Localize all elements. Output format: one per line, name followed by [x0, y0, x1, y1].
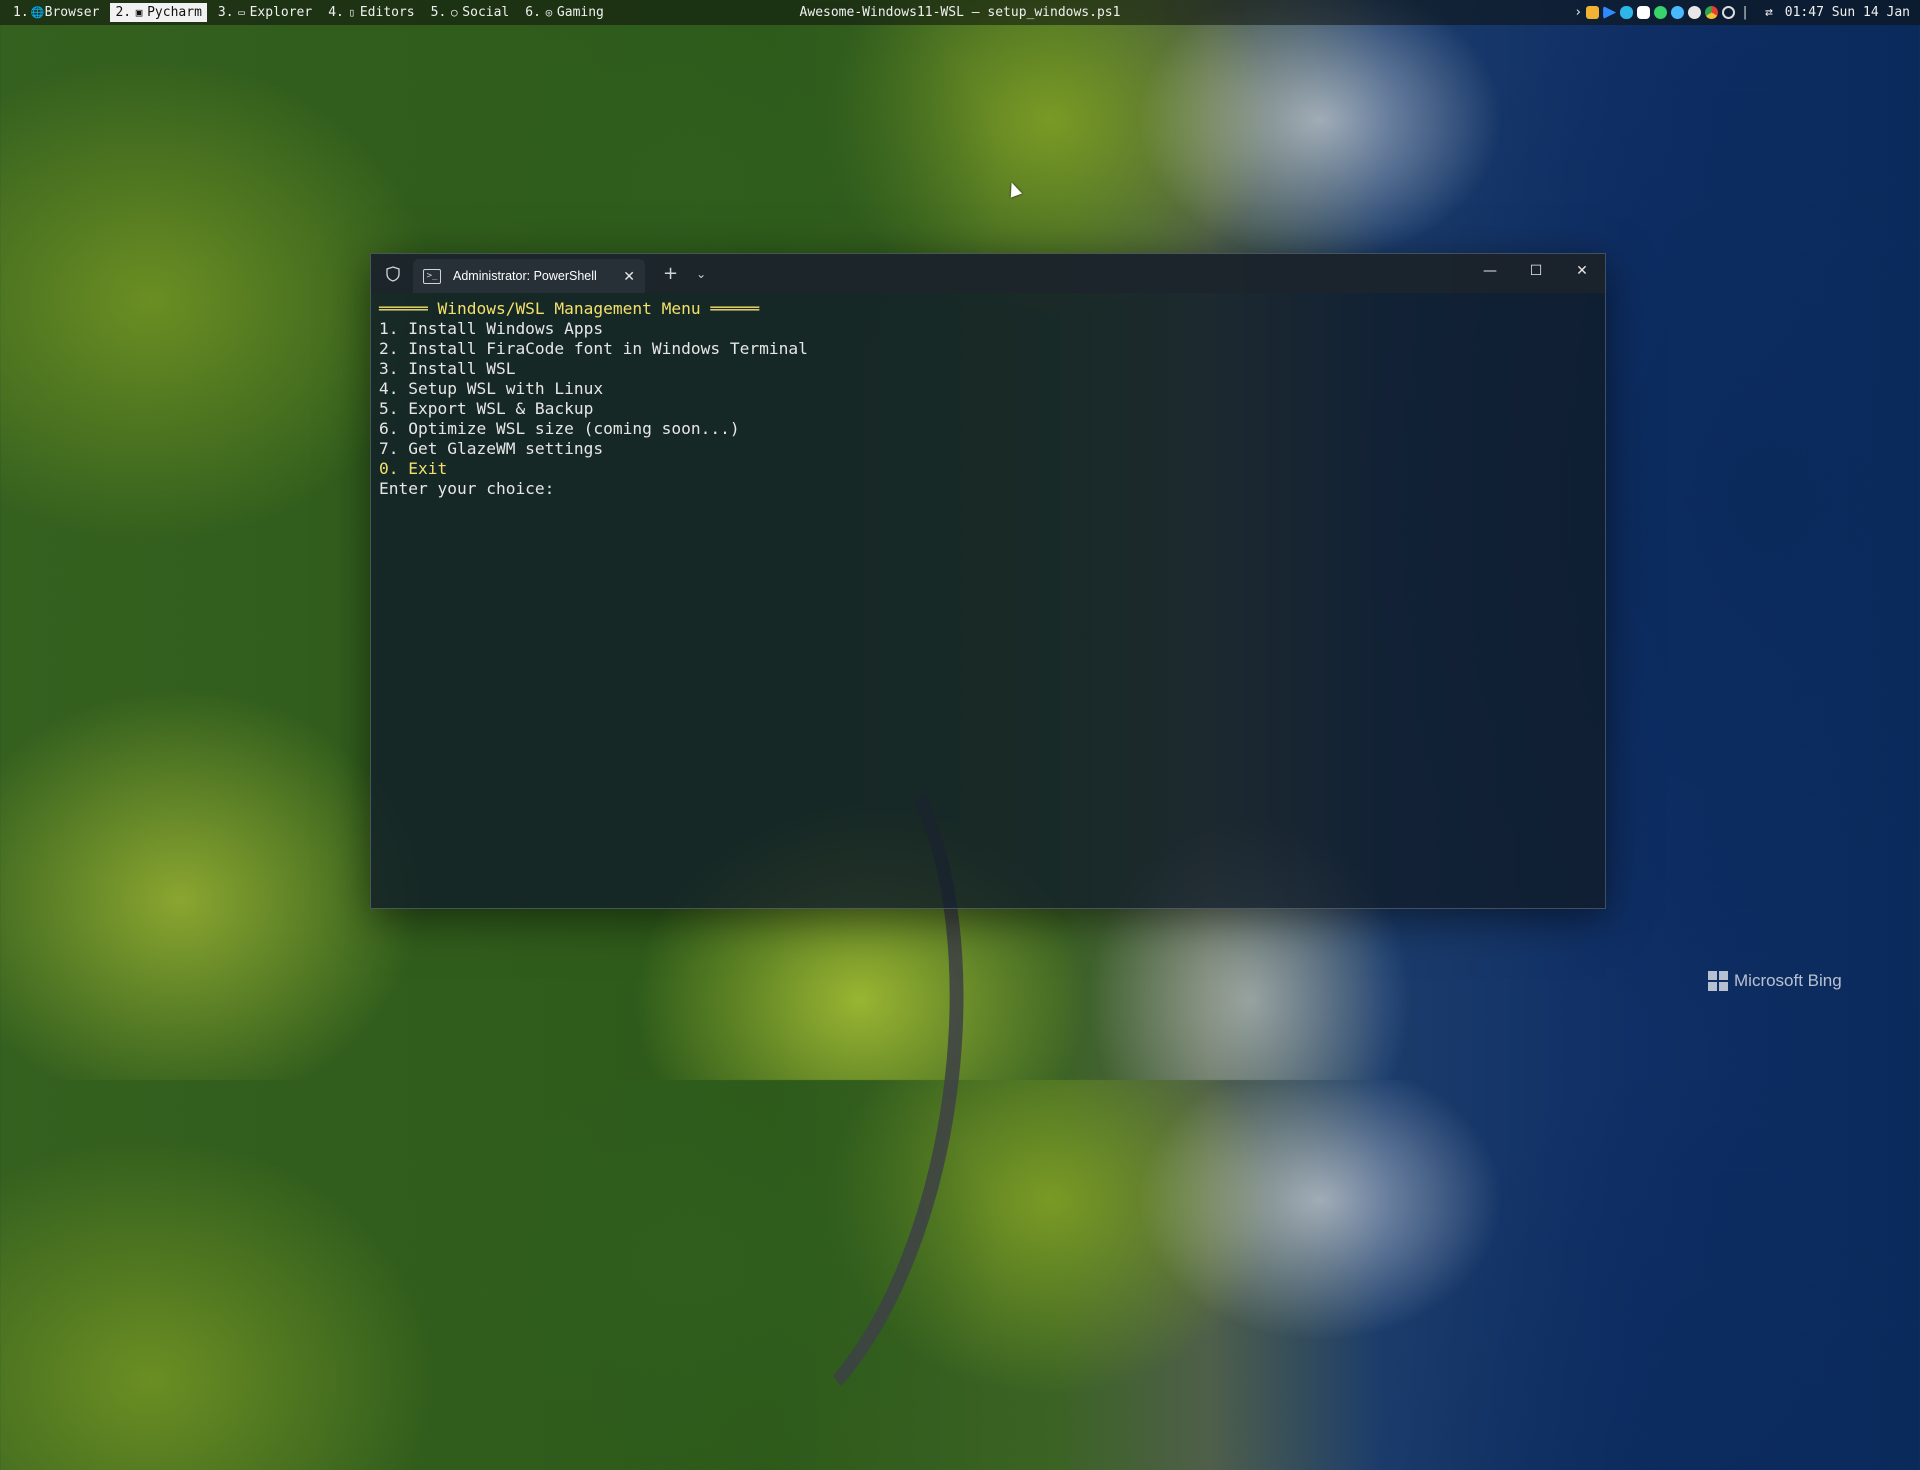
close-button[interactable]: ✕	[1559, 254, 1605, 288]
system-tray: › | ⇄ 01:47 Sun 14 Jan	[1574, 0, 1910, 25]
workspace-label: Social	[462, 5, 510, 20]
steam-icon[interactable]	[1688, 6, 1702, 19]
workspace-label: Editors	[359, 5, 415, 20]
minimize-button[interactable]: —	[1467, 254, 1513, 288]
chevron-right-icon[interactable]: ›	[1574, 5, 1582, 20]
link-icon[interactable]	[1722, 6, 1736, 19]
shield-icon	[379, 260, 407, 288]
powershell-icon: >_	[423, 268, 441, 284]
menu-option-5: 5. Export WSL & Backup	[379, 399, 594, 418]
bing-watermark: Microsoft Bing	[1708, 971, 1842, 991]
workspace-number: 5.	[430, 5, 447, 20]
new-tab-button[interactable]: +	[663, 263, 678, 284]
menu-header: ═════ Windows/WSL Management Menu ═════	[379, 299, 760, 318]
document-icon: ▯	[348, 6, 356, 19]
window-titlebar[interactable]: >_ Administrator: PowerShell ✕ + ⌄ — ☐ ✕	[371, 254, 1605, 293]
workspace-editors[interactable]: 4. ▯ Editors	[323, 3, 419, 22]
menu-option-7: 7. Get GlazeWM settings	[379, 439, 604, 458]
workspace-explorer[interactable]: 3. ▭ Explorer	[213, 3, 317, 22]
play-icon[interactable]	[1603, 6, 1617, 19]
menu-option-2: 2. Install FiraCode font in Windows Term…	[379, 339, 808, 358]
menu-option-1: 1. Install Windows Apps	[379, 319, 604, 338]
network-icon[interactable]: ⇄	[1765, 5, 1773, 20]
input-prompt[interactable]: Enter your choice:	[379, 479, 1597, 499]
app-grid-icon[interactable]	[1586, 6, 1600, 19]
watermark-text: Microsoft Bing	[1734, 971, 1842, 990]
terminal-output[interactable]: ═════ Windows/WSL Management Menu ═════ 1…	[371, 293, 1605, 505]
maximize-button[interactable]: ☐	[1513, 254, 1559, 288]
workspace-number: 6.	[525, 5, 541, 20]
menu-option-3: 3. Install WSL	[379, 359, 516, 378]
discord-icon[interactable]	[1637, 6, 1651, 19]
menu-option-4: 4. Setup WSL with Linux	[379, 379, 604, 398]
powershell-window: >_ Administrator: PowerShell ✕ + ⌄ — ☐ ✕…	[370, 253, 1606, 909]
mouse-cursor-icon	[1005, 180, 1023, 198]
close-tab-icon[interactable]: ✕	[617, 268, 635, 285]
top-status-bar: 1. 🌐 Browser 2. ▣ Pycharm 3. ▭ Explorer …	[0, 0, 1920, 25]
globe-icon: 🌐	[30, 6, 45, 19]
menu-option-exit: 0. Exit	[379, 459, 448, 478]
workspace-social[interactable]: 5. ○ Social	[426, 3, 515, 22]
tray-separator: |	[1741, 5, 1749, 20]
cloud-icon[interactable]	[1620, 6, 1634, 19]
workspace-label: Pycharm	[147, 5, 202, 20]
tab-title: Administrator: PowerShell	[453, 269, 597, 283]
gamepad-icon: ◎	[545, 6, 553, 19]
workspace-list: 1. 🌐 Browser 2. ▣ Pycharm 3. ▭ Explorer …	[0, 3, 609, 22]
window-controls: — ☐ ✕	[1467, 254, 1605, 288]
chevron-down-icon[interactable]: ⌄	[696, 267, 706, 281]
monitor-icon: ▣	[135, 6, 143, 19]
workspace-number: 2.	[115, 5, 132, 20]
clock[interactable]: 01:47 Sun 14 Jan	[1785, 5, 1910, 20]
workspace-gaming[interactable]: 6. ◎ Gaming	[520, 3, 609, 22]
chat-bubble-icon: ○	[450, 6, 458, 19]
workspace-number: 4.	[328, 5, 344, 20]
chrome-icon[interactable]	[1705, 6, 1719, 19]
workspace-label: Gaming	[556, 5, 604, 20]
tab-powershell[interactable]: >_ Administrator: PowerShell ✕	[413, 259, 645, 293]
workspace-number: 3.	[217, 5, 234, 20]
whatsapp-icon[interactable]	[1654, 6, 1668, 19]
workspace-label: Browser	[44, 5, 100, 20]
globe-circle-icon[interactable]	[1671, 6, 1685, 19]
workspace-pycharm[interactable]: 2. ▣ Pycharm	[110, 3, 207, 22]
windows-logo-icon	[1708, 971, 1728, 991]
folder-icon: ▭	[238, 6, 245, 19]
workspace-label: Explorer	[249, 5, 313, 20]
workspace-number: 1.	[13, 5, 29, 20]
menu-option-6: 6. Optimize WSL size (coming soon...)	[379, 419, 740, 438]
workspace-browser[interactable]: 1. 🌐 Browser	[8, 3, 104, 22]
